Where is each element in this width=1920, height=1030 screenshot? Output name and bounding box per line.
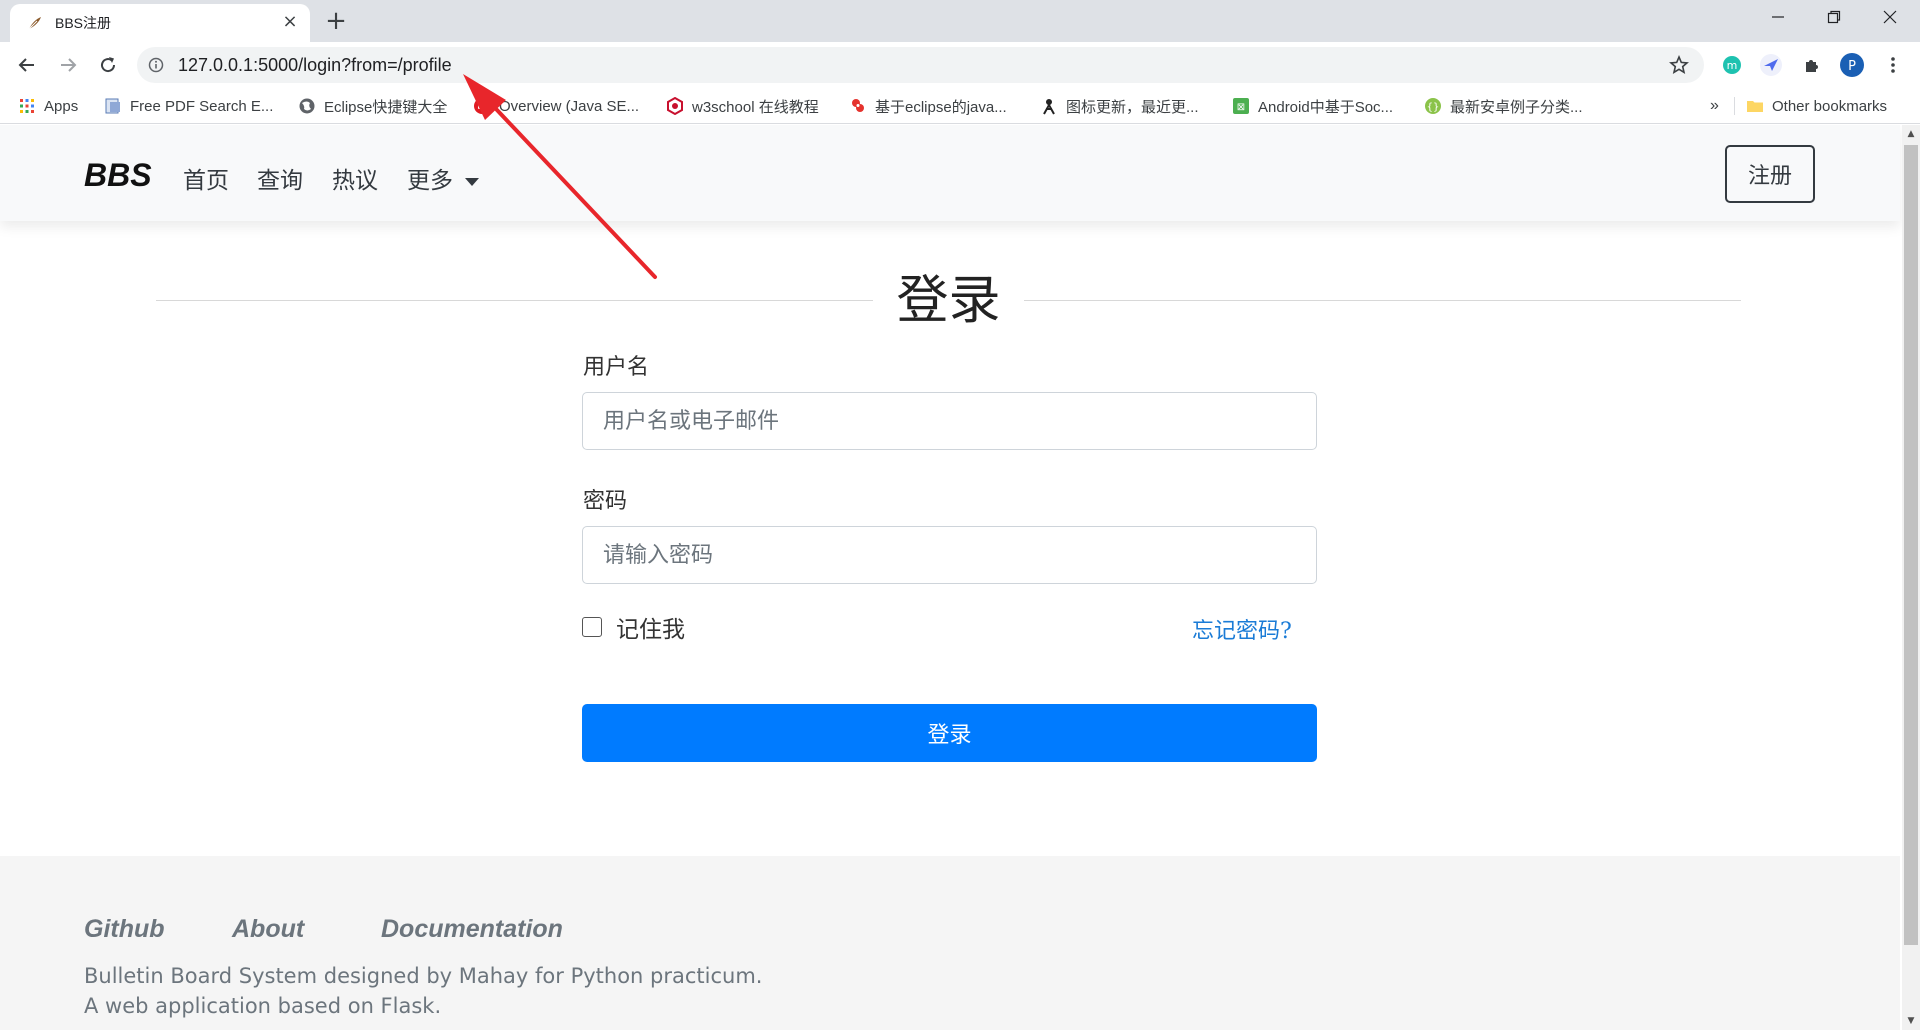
page-scrollbar[interactable]: ▲ ▼: [1902, 125, 1920, 1030]
remember-label: 记住我: [616, 617, 685, 643]
bookmarks-bar: Apps Free PDF Search E... Eclipse快捷键大全 O…: [0, 88, 1920, 124]
nav-more-label: 更多: [407, 168, 453, 194]
profile-initial: P: [1848, 59, 1856, 74]
svg-text:{}: {}: [1427, 102, 1440, 113]
remember-checkbox[interactable]: [582, 617, 602, 637]
close-window-icon[interactable]: [1870, 4, 1910, 34]
browser-tab[interactable]: BBS注册 ×: [10, 4, 310, 42]
bookmark-android-examples[interactable]: {} 最新安卓例子分类...: [1424, 95, 1583, 117]
footer-docs-link[interactable]: Documentation: [381, 915, 563, 944]
bookmark-other[interactable]: Other bookmarks: [1746, 95, 1887, 117]
browser-menu-icon[interactable]: [1880, 52, 1906, 78]
extensions-puzzle-icon[interactable]: [1799, 52, 1825, 78]
scroll-down-icon[interactable]: ▼: [1902, 1012, 1920, 1030]
tab-strip: BBS注册 × +: [0, 0, 1920, 42]
bookmark-android-socket[interactable]: ⊠ Android中基于Soc...: [1232, 95, 1393, 117]
nav-search[interactable]: 查询: [257, 161, 303, 195]
bookmarks-divider: [1734, 97, 1735, 115]
feather-favicon-icon: [26, 14, 44, 32]
bookmark-label: Free PDF Search E...: [130, 97, 274, 115]
username-label: 用户名: [583, 355, 650, 380]
title-divider-right: [1024, 300, 1741, 301]
more-bookmarks-chevron-icon[interactable]: »: [1710, 95, 1719, 117]
w3school-icon: [666, 97, 684, 115]
address-bar[interactable]: 127.0.0.1:5000/login?from=/profile: [137, 47, 1704, 83]
new-tab-button[interactable]: +: [322, 8, 350, 36]
svg-text:m: m: [1727, 59, 1738, 72]
extension-bird-icon[interactable]: [1758, 52, 1784, 78]
nav-trending[interactable]: 热议: [332, 161, 378, 195]
bookmark-star-icon[interactable]: [1668, 54, 1690, 76]
csdn-icon: [849, 97, 867, 115]
register-button[interactable]: 注册: [1725, 145, 1815, 203]
footer-github-link[interactable]: Github: [84, 915, 165, 944]
folder-icon: [1746, 97, 1764, 115]
tab-title: BBS注册: [55, 15, 112, 31]
android-icon: [1040, 97, 1058, 115]
apps-grid-icon: [18, 97, 36, 115]
nav-home[interactable]: 首页: [183, 161, 229, 195]
remember-me[interactable]: 记住我: [582, 610, 685, 644]
bookmark-java-overview[interactable]: Overview (Java SE...: [473, 95, 639, 117]
bookmark-w3school[interactable]: w3school 在线教程: [666, 95, 819, 117]
site-navbar: BBS 首页 查询 热议 更多 注册: [0, 125, 1900, 221]
reload-icon[interactable]: [94, 51, 122, 79]
bookmark-apps[interactable]: Apps: [18, 95, 78, 117]
password-label: 密码: [583, 489, 628, 514]
url-text[interactable]: 127.0.0.1:5000/login?from=/profile: [178, 55, 452, 76]
footer-about-link[interactable]: About: [232, 915, 304, 944]
browser-toolbar: 127.0.0.1:5000/login?from=/profile m P: [0, 42, 1920, 88]
site-footer: Github About Documentation Bulletin Boar…: [0, 856, 1900, 1030]
restore-icon[interactable]: [1814, 4, 1854, 34]
page-viewport: BBS 首页 查询 热议 更多 注册 登录 用户名 密码 记住我 忘记密码? 登…: [0, 125, 1920, 1030]
bookmark-label: Eclipse快捷键大全: [324, 98, 448, 116]
bookmark-label: 最新安卓例子分类...: [1450, 98, 1583, 116]
scroll-thumb[interactable]: [1904, 145, 1918, 945]
title-divider-left: [156, 300, 873, 301]
bookmark-label: Android中基于Soc...: [1258, 98, 1394, 116]
site-info-icon[interactable]: [148, 57, 164, 73]
bookmark-label: 基于eclipse的java...: [875, 98, 1007, 116]
site-icon: {}: [1424, 97, 1442, 115]
java-icon: [473, 97, 491, 115]
site-icon: ⊠: [1232, 97, 1250, 115]
extension-teal-icon[interactable]: m: [1719, 52, 1745, 78]
scroll-up-icon[interactable]: ▲: [1902, 125, 1920, 143]
brand-logo[interactable]: BBS: [84, 157, 152, 194]
bookmark-label: w3school 在线教程: [692, 98, 819, 116]
nav-more-dropdown[interactable]: 更多: [407, 161, 479, 195]
profile-avatar[interactable]: P: [1839, 52, 1865, 78]
footer-description: Bulletin Board System designed by Mahay …: [84, 964, 763, 988]
minimize-icon[interactable]: [1758, 4, 1798, 34]
back-arrow-icon[interactable]: [13, 51, 41, 79]
bookmark-label: Apps: [44, 97, 79, 115]
forgot-password-link[interactable]: 忘记密码?: [1192, 613, 1292, 645]
tab-close-icon[interactable]: ×: [280, 12, 300, 32]
password-input[interactable]: [582, 526, 1317, 584]
login-submit-button[interactable]: 登录: [582, 704, 1317, 762]
caret-down-icon: [465, 178, 479, 186]
bookmark-label: Other bookmarks: [1772, 97, 1888, 115]
bookmark-label: 图标更新，最近更...: [1066, 98, 1199, 116]
username-input[interactable]: [582, 392, 1317, 450]
bookmark-eclipse-shortcuts[interactable]: Eclipse快捷键大全: [298, 95, 447, 117]
page-title: 登录: [896, 271, 1001, 331]
bookmark-label: Overview (Java SE...: [499, 97, 640, 115]
svg-text:⊠: ⊠: [1237, 102, 1245, 113]
footer-description-2: A web application based on Flask.: [84, 994, 442, 1018]
pdf-icon: [104, 97, 122, 115]
bookmark-icon-update[interactable]: 图标更新，最近更...: [1040, 95, 1199, 117]
globe-icon: [298, 97, 316, 115]
bookmark-pdf-search[interactable]: Free PDF Search E...: [104, 95, 273, 117]
forward-arrow-icon[interactable]: [54, 51, 82, 79]
bookmark-eclipse-java[interactable]: 基于eclipse的java...: [849, 95, 1007, 117]
